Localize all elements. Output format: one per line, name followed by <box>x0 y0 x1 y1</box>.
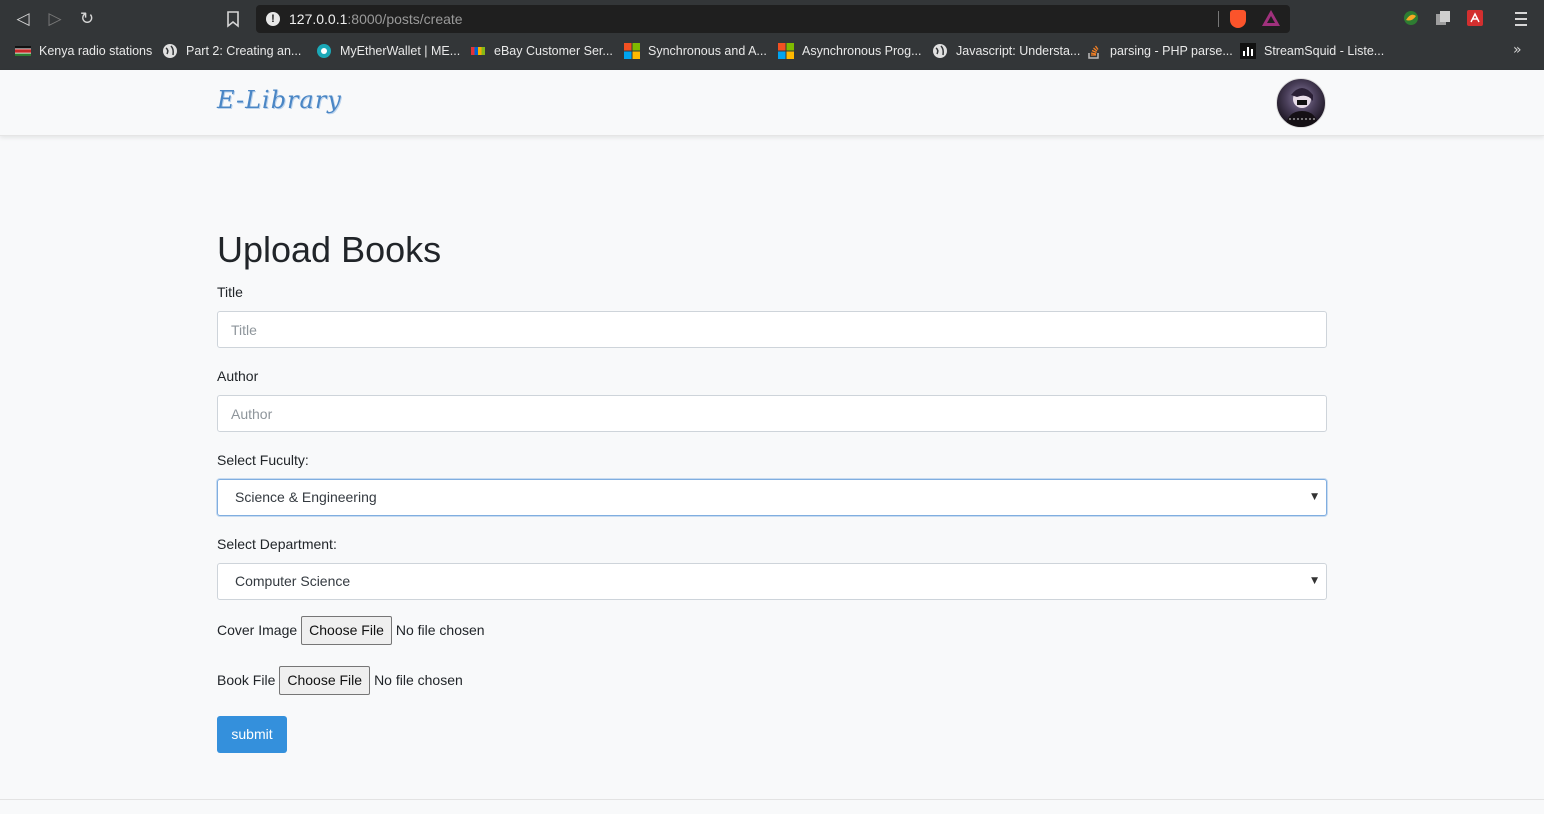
department-label: Select Department: <box>217 536 337 552</box>
faculty-label: Select Fuculty: <box>217 452 309 468</box>
footer-divider <box>0 799 1544 800</box>
microsoft-icon <box>778 43 794 59</box>
bookmark-item[interactable]: eBay Customer Ser... <box>470 42 613 60</box>
title-label: Title <box>217 284 243 300</box>
book-file-row: Book File Choose File No file chosen <box>217 665 463 695</box>
department-select[interactable]: Computer Science ▼ <box>217 563 1327 600</box>
cover-image-choose-button[interactable]: Choose File <box>301 615 392 645</box>
browser-toolbar: ◁ ▷ ↻ ! 127.0.0.1:8000/posts/create <box>0 0 1544 38</box>
address-bar[interactable]: ! 127.0.0.1:8000/posts/create <box>256 5 1290 33</box>
url-text[interactable]: 127.0.0.1:8000/posts/create <box>289 11 463 27</box>
bookmark-label: Kenya radio stations <box>39 44 153 58</box>
app-navbar: E-Library <box>0 70 1544 136</box>
pdf-extension-icon[interactable] <box>1467 10 1483 26</box>
bookmark-label: StreamSquid - Liste... <box>1264 44 1385 58</box>
browser-menu-icon[interactable] <box>1512 8 1530 30</box>
globe-icon <box>933 44 947 58</box>
back-icon[interactable]: ◁ <box>12 8 34 30</box>
forward-icon[interactable]: ▷ <box>44 8 66 30</box>
bookmark-page-icon[interactable] <box>224 8 242 30</box>
author-input[interactable] <box>217 395 1327 432</box>
department-select-value: Computer Science <box>235 573 351 589</box>
bookmark-label: parsing - PHP parse... <box>1110 44 1233 58</box>
author-label: Author <box>217 368 259 384</box>
book-file-status: No file chosen <box>374 672 463 688</box>
cover-image-label: Cover Image <box>217 622 298 638</box>
book-file-choose-button[interactable]: Choose File <box>279 665 371 695</box>
brave-shields-icon[interactable] <box>1230 10 1246 28</box>
bookmark-item[interactable]: StreamSquid - Liste... <box>1240 42 1384 60</box>
bookmark-item[interactable]: parsing - PHP parse... <box>1086 42 1233 60</box>
user-avatar[interactable] <box>1276 78 1326 128</box>
bookmarks-bar: Kenya radio stations Part 2: Creating an… <box>0 38 1544 64</box>
title-input[interactable] <box>217 311 1327 348</box>
chevron-down-icon: ▼ <box>1311 576 1318 586</box>
site-info-icon[interactable]: ! <box>266 12 280 26</box>
globe-icon <box>163 44 177 58</box>
cover-image-status: No file chosen <box>395 622 485 638</box>
browser-chrome: ◁ ▷ ↻ ! 127.0.0.1:8000/posts/create Keny… <box>0 0 1544 70</box>
bookmark-item[interactable]: Synchronous and A... <box>624 42 767 60</box>
kenya-flag-icon <box>15 46 31 56</box>
bookmark-item[interactable]: Asynchronous Prog... <box>778 42 922 60</box>
bookmark-label: eBay Customer Ser... <box>494 44 613 58</box>
more-bookmarks-icon[interactable]: » <box>1513 42 1522 58</box>
bookmark-label: Part 2: Creating an... <box>186 44 302 58</box>
brave-rewards-icon[interactable] <box>1262 10 1280 26</box>
reload-icon[interactable]: ↻ <box>76 8 98 30</box>
book-file-label: Book File <box>217 672 276 688</box>
streamsquid-icon <box>1240 43 1256 59</box>
microsoft-icon <box>624 43 640 59</box>
bookmark-item[interactable]: MyEtherWallet | ME... <box>316 42 460 60</box>
brand-logo[interactable]: E-Library <box>217 86 342 114</box>
faculty-select-value: Science & Engineering <box>235 489 377 505</box>
stackoverflow-icon <box>1088 45 1099 59</box>
bookmark-item[interactable]: Javascript: Understa... <box>932 42 1080 60</box>
faculty-select[interactable]: Science & Engineering ▼ <box>217 479 1327 516</box>
bookmark-item[interactable]: Kenya radio stations <box>15 42 152 60</box>
bookmark-label: Asynchronous Prog... <box>802 44 922 58</box>
submit-button[interactable]: submit <box>217 716 287 753</box>
bookmark-item[interactable]: Part 2: Creating an... <box>162 42 301 60</box>
bookmark-label: MyEtherWallet | ME... <box>340 44 461 58</box>
chevron-down-icon: ▼ <box>1311 492 1318 502</box>
extension-leaf-icon[interactable] <box>1403 10 1419 26</box>
bookmark-label: Javascript: Understa... <box>956 44 1081 58</box>
mew-icon <box>317 44 331 58</box>
cover-image-row: Cover Image Choose File No file chosen <box>217 615 485 645</box>
url-separator <box>1218 11 1219 27</box>
extension-copy-icon[interactable] <box>1435 10 1451 26</box>
ebay-icon <box>471 47 485 55</box>
page-title: Upload Books <box>217 229 442 270</box>
bookmark-label: Synchronous and A... <box>648 44 767 58</box>
